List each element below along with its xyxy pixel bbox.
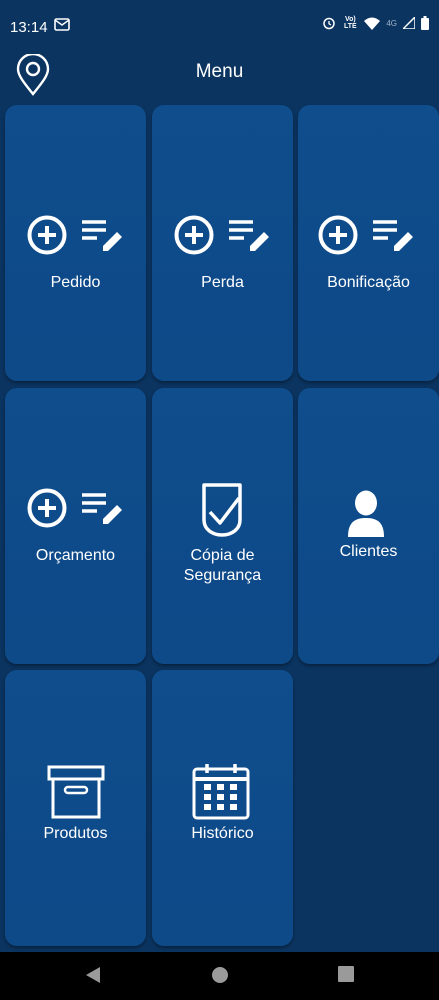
tile-label-copia-line2: Segurança: [183, 567, 262, 584]
menu-tile-perda[interactable]: Perda: [152, 105, 293, 381]
add-circle-icon: [318, 215, 358, 255]
battery-icon: [421, 16, 429, 30]
menu-tile-produtos[interactable]: Produtos: [5, 670, 146, 946]
edit-list-icon: [82, 493, 122, 524]
edit-list-icon: [82, 220, 122, 251]
menu-tile-pedido[interactable]: Pedido: [5, 105, 146, 381]
add-circle-icon: [174, 215, 214, 255]
tile-label-clientes: Clientes: [339, 543, 398, 560]
recents-icon[interactable]: [338, 966, 354, 982]
menu-tile-historico[interactable]: Histórico: [152, 670, 293, 946]
status-bar: 13:14 Vo) LTE 4G: [0, 0, 439, 40]
menu-tile-orcamento[interactable]: Orçamento: [5, 388, 146, 664]
alarm-icon: [323, 17, 336, 30]
shield-check-icon: [202, 483, 242, 537]
status-icons: Vo) LTE 4G: [322, 16, 429, 30]
status-time: 13:14: [10, 19, 48, 36]
tile-label-produtos: Produtos: [43, 825, 108, 842]
tile-label-pedido: Pedido: [50, 274, 101, 291]
tile-label-bonificacao: Bonificação: [327, 274, 410, 291]
signal-icon: [403, 17, 415, 29]
tile-label-copia-line1: Cópia de: [190, 547, 255, 564]
archive-box-icon: [47, 765, 105, 819]
tile-label-perda: Perda: [201, 274, 244, 291]
menu-tile-copia-seguranca[interactable]: Cópia de Segurança: [152, 388, 293, 664]
tile-label-historico: Histórico: [191, 825, 254, 842]
wifi-icon: [364, 17, 381, 30]
edit-list-icon: [229, 220, 269, 251]
message-icon: [54, 18, 70, 31]
network-label: 4G: [386, 18, 397, 28]
menu-tile-bonificacao[interactable]: Bonificação: [298, 105, 439, 381]
user-icon: [348, 490, 384, 537]
volte-label: Vo) LTE: [343, 16, 357, 30]
add-circle-icon: [27, 215, 67, 255]
calendar-icon: [192, 764, 250, 820]
menu-tile-clientes[interactable]: Clientes: [298, 388, 439, 664]
edit-list-icon: [373, 220, 413, 251]
back-icon[interactable]: [85, 966, 101, 984]
page-title: Menu: [195, 61, 244, 82]
tile-label-orcamento: Orçamento: [35, 547, 116, 564]
system-nav-bar: [0, 952, 439, 1000]
add-circle-icon: [27, 488, 67, 528]
home-icon[interactable]: [211, 966, 229, 984]
